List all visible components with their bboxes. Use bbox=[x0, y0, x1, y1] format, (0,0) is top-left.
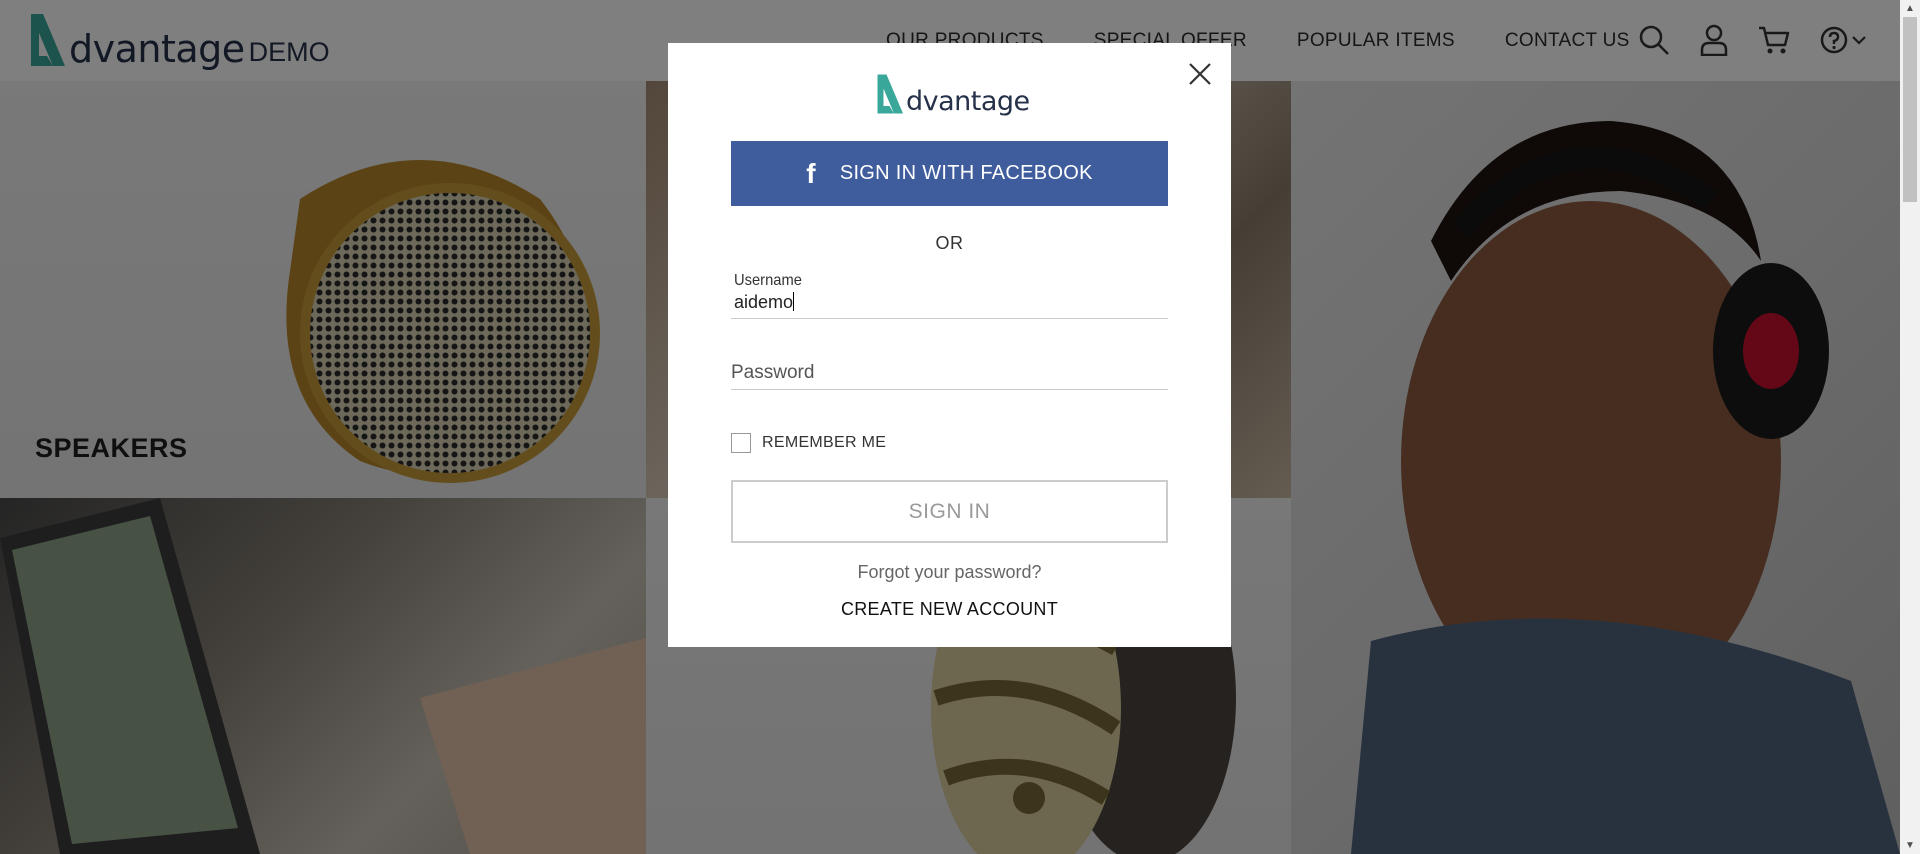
scroll-up-icon[interactable]: ▲ bbox=[1900, 0, 1920, 17]
scroll-down-icon[interactable]: ▼ bbox=[1900, 837, 1920, 854]
text-caret bbox=[793, 292, 795, 311]
facebook-signin-label: SIGN IN WITH FACEBOOK bbox=[839, 162, 1093, 184]
password-placeholder: Password bbox=[731, 362, 815, 383]
facebook-icon: f bbox=[806, 157, 816, 189]
remember-me-label[interactable]: REMEMBER ME bbox=[762, 434, 886, 452]
or-divider: OR bbox=[935, 233, 964, 253]
page-scrollbar[interactable]: ▲ ▼ bbox=[1900, 0, 1920, 854]
username-value: aidemo bbox=[734, 292, 794, 312]
create-account-link[interactable]: CREATE NEW ACCOUNT bbox=[668, 599, 1231, 620]
forgot-password-link[interactable]: Forgot your password? bbox=[668, 562, 1231, 583]
username-field[interactable]: Username aidemo bbox=[731, 272, 1168, 319]
password-field[interactable]: Password bbox=[731, 355, 1168, 390]
remember-me[interactable]: REMEMBER ME bbox=[731, 433, 886, 453]
remember-me-checkbox[interactable] bbox=[731, 433, 751, 453]
username-input[interactable]: aidemo bbox=[734, 292, 795, 313]
logo-mark-icon bbox=[877, 74, 903, 114]
modal-logo-text: dvantage bbox=[906, 86, 1030, 117]
signin-button[interactable]: SIGN IN bbox=[731, 480, 1168, 543]
close-icon[interactable] bbox=[1187, 61, 1213, 87]
login-modal: dvantage f SIGN IN WITH FACEBOOK OR User… bbox=[668, 43, 1231, 647]
username-label: Username bbox=[734, 272, 802, 289]
scroll-thumb[interactable] bbox=[1903, 17, 1917, 202]
facebook-signin-button[interactable]: f SIGN IN WITH FACEBOOK bbox=[731, 141, 1168, 206]
modal-logo: dvantage bbox=[876, 73, 1030, 115]
